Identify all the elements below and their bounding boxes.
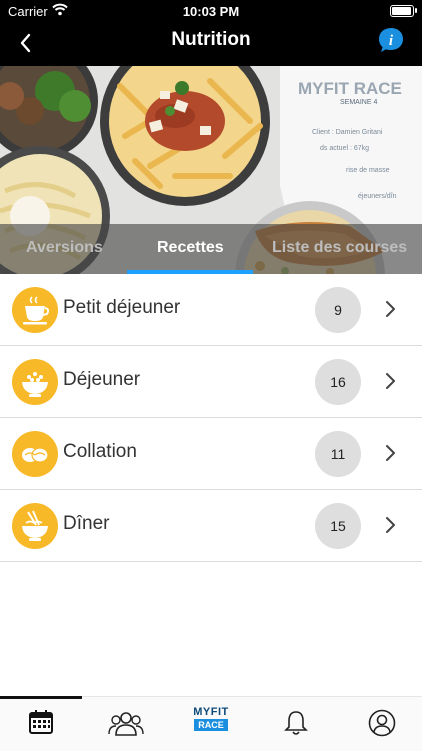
segment-tabs: Aversions Recettes Liste des courses: [0, 224, 422, 274]
chevron-right-icon: [386, 517, 395, 533]
logo-top-text: MYFIT: [193, 706, 229, 718]
selected-tab-indicator: [0, 696, 82, 699]
navigation-bar: Nutrition i: [0, 22, 422, 66]
chevron-right-icon: [386, 301, 395, 317]
bell-icon[interactable]: [284, 709, 308, 737]
logo-bottom-text: RACE: [194, 719, 228, 731]
snack-icon: [12, 431, 58, 477]
clock: 10:03 PM: [182, 4, 240, 19]
tab-liste-des-courses[interactable]: Liste des courses: [272, 239, 407, 257]
tab-aversions[interactable]: Aversions: [26, 239, 103, 257]
category-label: Dîner: [63, 513, 110, 534]
tab-recettes[interactable]: Recettes: [157, 239, 224, 257]
recipe-count-badge: 15: [315, 503, 361, 549]
category-row-dejeuner[interactable]: Déjeuner 16: [0, 346, 422, 418]
recipe-category-list: Petit déjeuner 9 Déjeuner 16 Collation 1…: [0, 274, 422, 562]
goal-line: rise de masse: [346, 167, 390, 174]
chevron-right-icon: [386, 373, 395, 389]
recipe-count-badge: 9: [315, 287, 361, 333]
info-button[interactable]: i: [378, 27, 404, 53]
rice-bowl-icon: [12, 359, 58, 405]
category-row-collation[interactable]: Collation 11: [0, 418, 422, 490]
category-label: Collation: [63, 441, 137, 462]
recipe-count-badge: 16: [315, 359, 361, 405]
bottom-tab-bar: MYFIT RACE: [0, 696, 422, 751]
group-icon[interactable]: [108, 709, 144, 737]
recipe-count-badge: 11: [315, 431, 361, 477]
chevron-right-icon: [386, 445, 395, 461]
category-label: Déjeuner: [63, 369, 141, 390]
weight-line: ds actuel : 67kg: [320, 145, 369, 152]
myfit-race-logo[interactable]: MYFIT RACE: [190, 706, 232, 731]
calendar-icon[interactable]: [28, 709, 54, 735]
category-row-petit-dejeuner[interactable]: Petit déjeuner 9: [0, 274, 422, 346]
category-label: Petit déjeuner: [63, 297, 181, 318]
category-row-diner[interactable]: Dîner 15: [0, 490, 422, 562]
page-title: Nutrition: [171, 29, 251, 50]
noodle-bowl-icon: [12, 503, 58, 549]
battery-icon: [390, 5, 417, 17]
status-bar: Carrier 10:03 PM: [0, 0, 422, 22]
coffee-cup-icon: [12, 287, 58, 333]
brand-text: MYFIT RACE: [298, 79, 402, 98]
week-label: SEMAINE 4: [340, 99, 377, 106]
profile-icon[interactable]: [368, 709, 396, 737]
client-line: Client : Damien Gritani: [312, 129, 383, 136]
meal-line: éjeuners/dîn: [358, 193, 397, 200]
